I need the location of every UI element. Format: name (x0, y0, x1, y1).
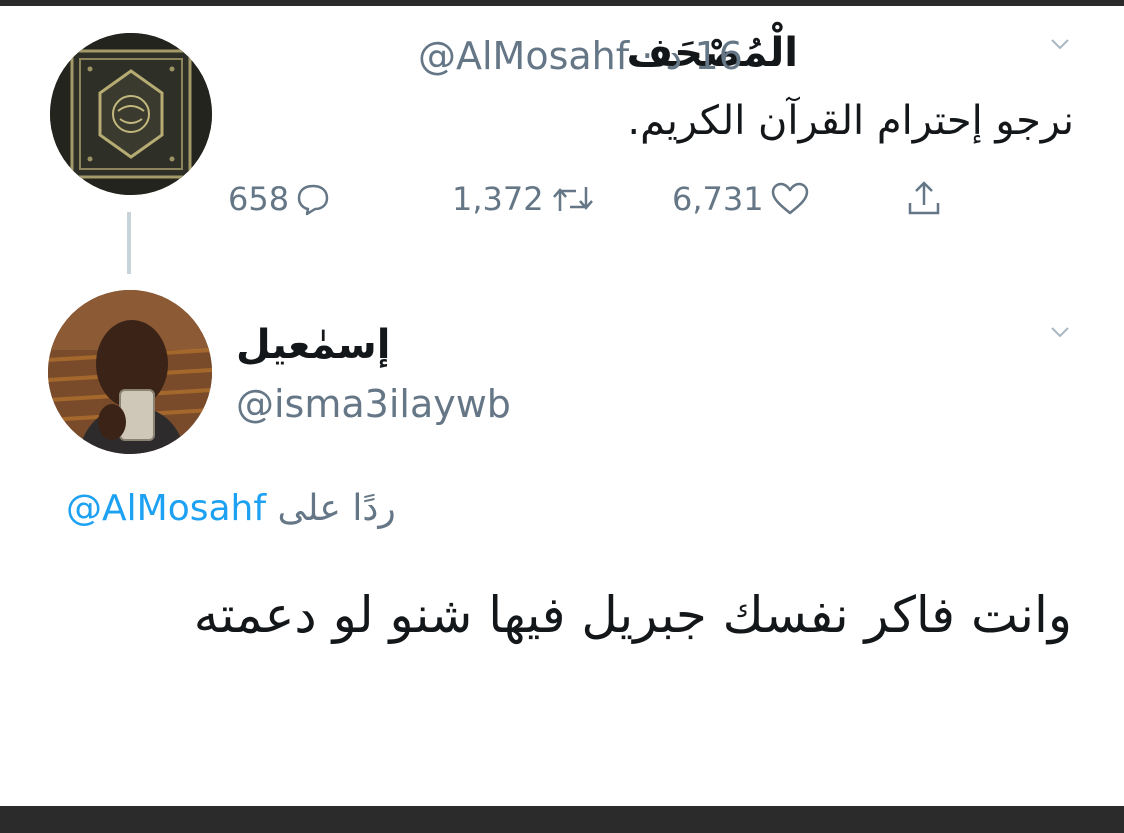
reply-action[interactable]: 658 (228, 176, 331, 222)
share-icon[interactable] (904, 179, 944, 219)
chevron-down-icon[interactable] (1050, 322, 1070, 342)
thread-connector (127, 212, 131, 274)
retweet-icon[interactable] (550, 181, 596, 217)
tweet-meta: @AlMosahf · 16 د (418, 34, 743, 78)
reply-author-display-name[interactable]: إسمٰعيل (236, 322, 390, 368)
reply-icon[interactable] (295, 181, 331, 217)
heart-icon[interactable] (770, 181, 810, 217)
retweet-action[interactable]: 1,372 (452, 176, 596, 222)
replying-to: @AlMosahf ردًا على (66, 488, 396, 529)
reply-author-handle[interactable]: @isma3ilaywb (236, 382, 511, 426)
retweet-count: 1,372 (452, 180, 544, 218)
user-avatar[interactable] (48, 290, 212, 454)
meta-separator: · (641, 34, 654, 78)
replying-to-label: ردًا على (277, 488, 396, 529)
share-action[interactable] (904, 176, 944, 222)
like-action[interactable]: 6,731 (672, 176, 810, 222)
reply-text: وانت فاكر نفسك جبريل فيها شنو لو دعمته (193, 586, 1072, 644)
tweet-text: نرجو إحترام القرآن الكريم. (627, 98, 1074, 144)
tweet-time[interactable]: 16 د (665, 34, 742, 78)
profile-photo (48, 290, 212, 454)
author-handle[interactable]: @AlMosahf (418, 34, 629, 78)
screenshot-bottom-frame (0, 806, 1124, 833)
reply-count: 658 (228, 180, 290, 218)
quran-cover-image (50, 33, 212, 195)
chevron-down-icon[interactable] (1050, 34, 1070, 54)
like-count: 6,731 (672, 180, 764, 218)
replying-to-mention[interactable]: @AlMosahf (66, 488, 266, 529)
quran-avatar[interactable] (50, 33, 212, 195)
